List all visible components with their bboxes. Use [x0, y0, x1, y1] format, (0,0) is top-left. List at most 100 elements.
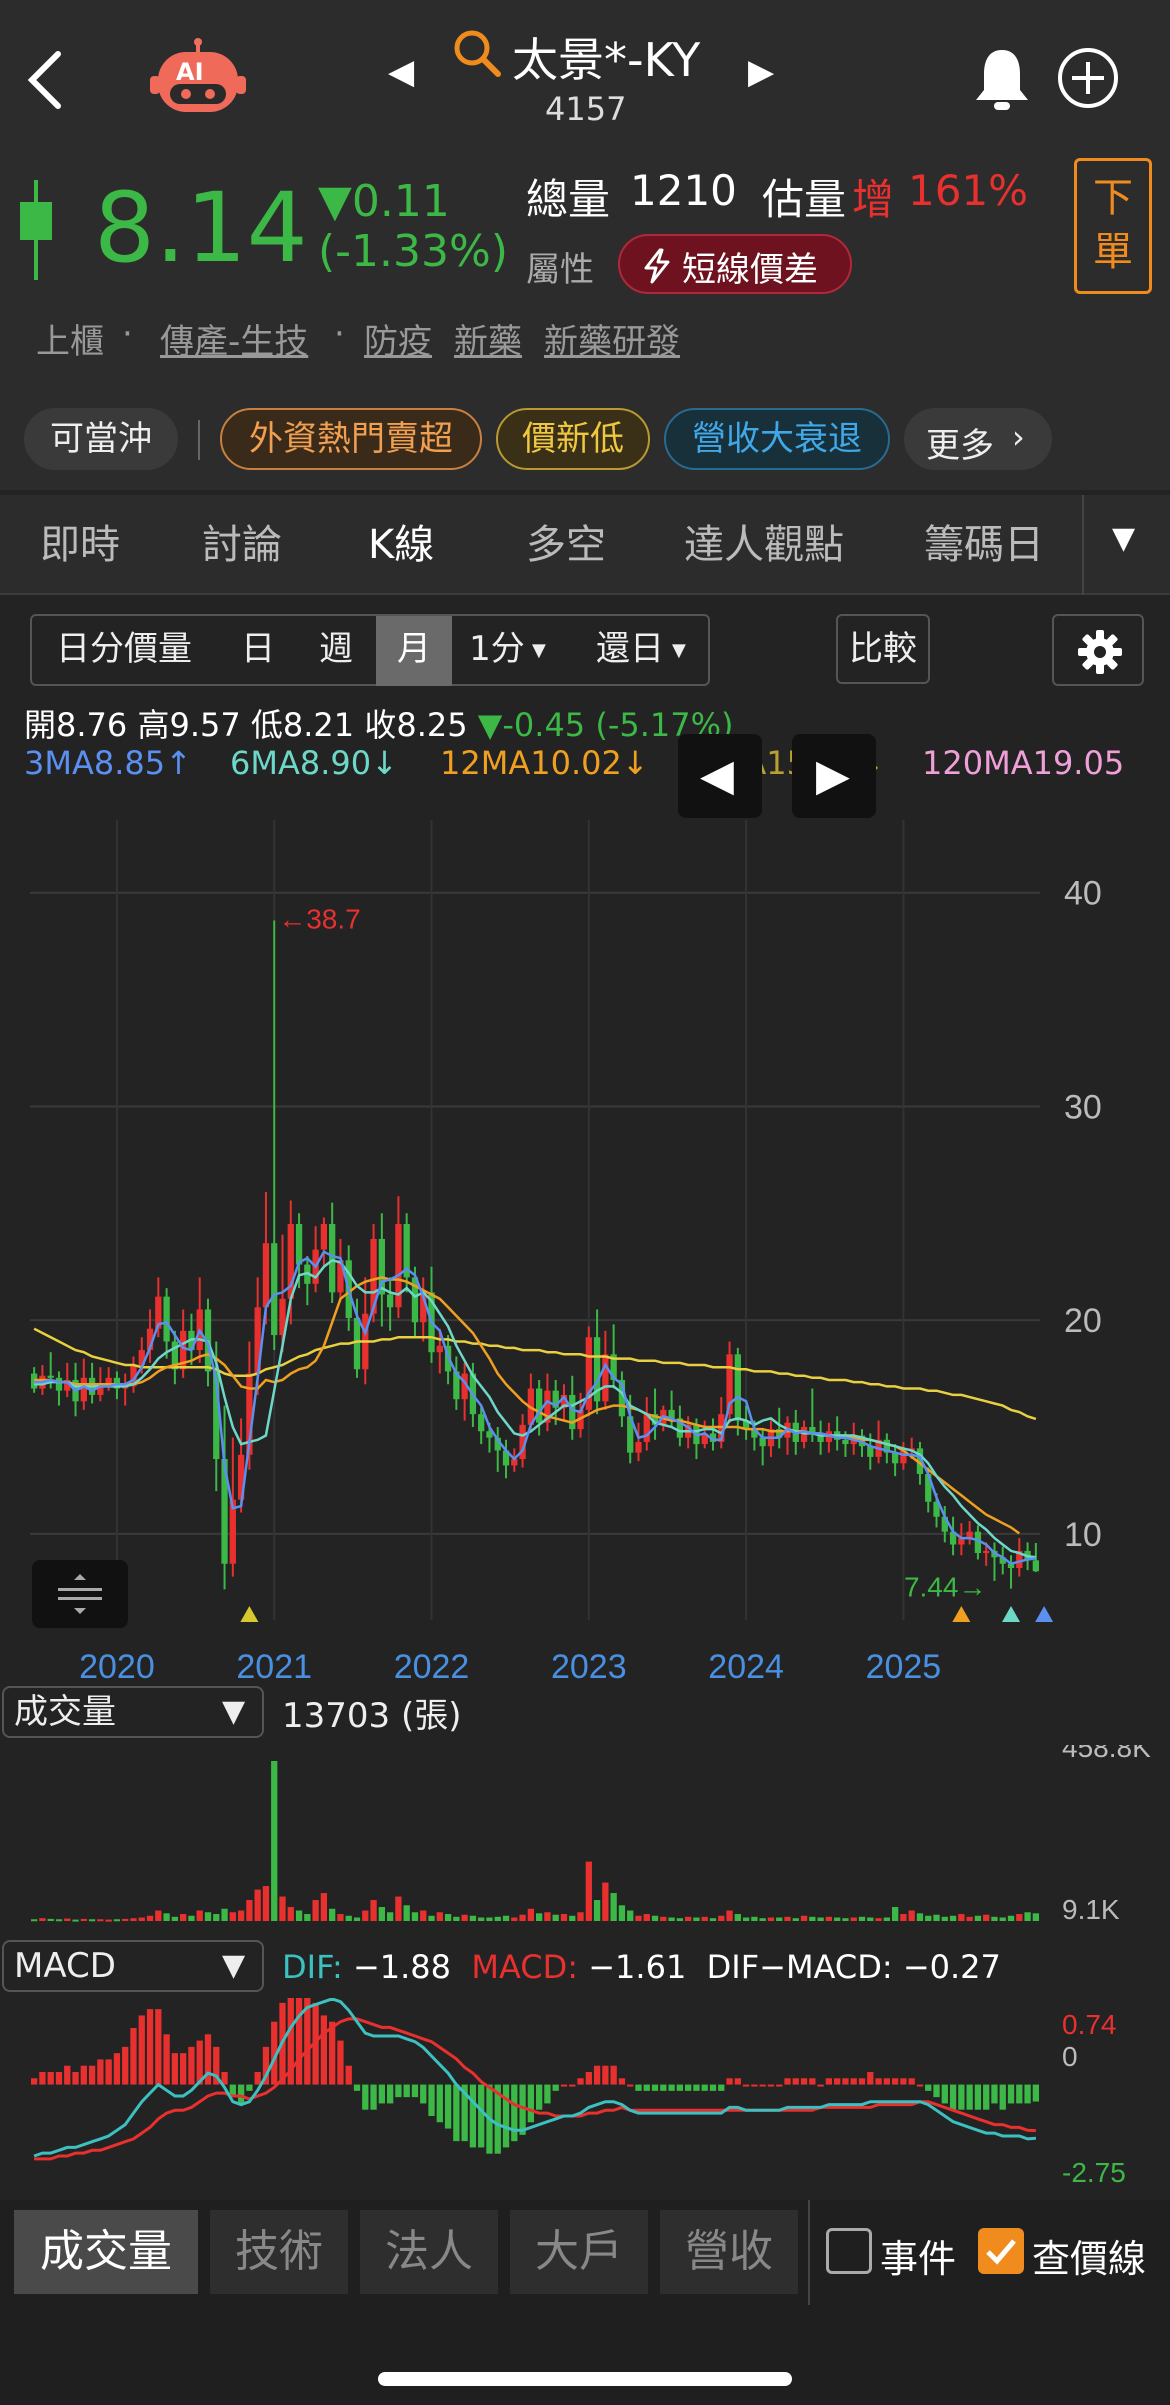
- macd-selector[interactable]: MACD ▼: [2, 1940, 264, 1992]
- event-checkbox[interactable]: [826, 2228, 872, 2274]
- macd-histogram-bar: [983, 2084, 990, 2110]
- macd-histogram-bar: [966, 2084, 973, 2110]
- volume-bar: [304, 1914, 311, 1921]
- volume-bar: [941, 1916, 948, 1921]
- bottom-tab-technical[interactable]: 技術: [210, 2210, 348, 2294]
- volume-chart[interactable]: 458.8K 9.1K: [0, 1745, 1170, 1925]
- bell-icon[interactable]: [972, 44, 1032, 112]
- tab-chips[interactable]: 籌碼日報: [924, 495, 1080, 595]
- candle-body: [1032, 1560, 1040, 1572]
- volume-bar: [30, 1919, 38, 1922]
- category-link[interactable]: 防疫: [364, 314, 432, 363]
- macd-histogram-bar: [800, 2078, 808, 2085]
- prev-stock-arrow[interactable]: ◀: [388, 52, 414, 92]
- macd-histogram-bar: [900, 2078, 907, 2085]
- period-week[interactable]: 週: [300, 616, 372, 686]
- bottom-tab-revenue[interactable]: 營收: [660, 2210, 798, 2294]
- add-watchlist-icon[interactable]: [1056, 46, 1120, 110]
- macd-histogram-bar: [701, 2084, 708, 2091]
- tag-revenue-decline[interactable]: 營收大衰退: [664, 408, 890, 470]
- restore-button[interactable]: 還日: [584, 616, 676, 686]
- bottom-tab-volume[interactable]: 成交量: [14, 2210, 198, 2294]
- chart-resize-handle[interactable]: [32, 1560, 128, 1628]
- macd-histogram-bar: [395, 2084, 402, 2098]
- volume-bar: [138, 1917, 145, 1921]
- tab-discussion[interactable]: 討論: [202, 495, 282, 595]
- bottom-divider: [808, 2200, 810, 2305]
- volume-bar: [660, 1916, 667, 1921]
- tab-expert[interactable]: 達人觀點: [684, 495, 844, 595]
- back-arrow-icon[interactable]: [22, 48, 66, 112]
- tag-day-trade[interactable]: 可當沖: [24, 408, 178, 470]
- attr-badge[interactable]: 短線價差: [618, 234, 852, 294]
- tab-bull-bear[interactable]: 多空: [526, 495, 606, 595]
- dif-label: DIF:: [282, 1948, 343, 1986]
- settings-button[interactable]: [1052, 614, 1144, 686]
- macd-histogram-bar: [999, 2084, 1006, 2110]
- tag-more-button[interactable]: 更多 ›: [904, 408, 1052, 470]
- bottom-tab-institutional[interactable]: 法人: [360, 2210, 498, 2294]
- tabs-dropdown-icon[interactable]: ▼: [1112, 521, 1135, 556]
- volume-bar: [784, 1916, 791, 1921]
- volume-bar: [751, 1916, 758, 1921]
- volume-bar: [610, 1893, 617, 1921]
- period-intraday[interactable]: 日分價量: [34, 616, 214, 686]
- macd-selector-label: MACD: [14, 1946, 116, 1986]
- macd-histogram-bar: [502, 2084, 510, 2148]
- macd-value: −1.61: [588, 1948, 687, 1986]
- price-line-checkbox[interactable]: [978, 2228, 1024, 2274]
- dif-value: −1.88: [352, 1948, 452, 1986]
- macd-histogram-bar: [138, 2015, 145, 2085]
- macd-histogram-bar: [916, 2084, 924, 2087]
- volume-bar: [428, 1915, 435, 1921]
- search-icon[interactable]: [452, 28, 504, 80]
- header: AI ◀ 太景*-KY 4157 ▶ 8.14 ▼0.11 (-1.33%) 總…: [0, 0, 1170, 490]
- macd-histogram-bar: [478, 2084, 485, 2148]
- scroll-right-button[interactable]: ▶: [792, 734, 876, 818]
- macd-histogram-bar: [718, 2084, 725, 2091]
- tab-divider: [1082, 495, 1084, 595]
- volume-bar: [535, 1913, 543, 1921]
- tag-new-low[interactable]: 價新低: [496, 408, 650, 470]
- macd-histogram-bar: [113, 2053, 121, 2085]
- volume-bar: [1032, 1913, 1040, 1921]
- volume-bar: [544, 1912, 551, 1921]
- lightning-icon: [644, 248, 670, 284]
- scroll-left-button[interactable]: ◀: [678, 734, 762, 818]
- category-link[interactable]: 傳產-生技: [160, 314, 308, 363]
- candle-body: [643, 1414, 650, 1442]
- category-link[interactable]: 新藥: [454, 314, 522, 363]
- volume-bar: [403, 1905, 410, 1921]
- candle-body: [759, 1437, 766, 1447]
- x-tick-label: 2024: [708, 1648, 784, 1680]
- kline-chart[interactable]: 10 20 30 40 2020 2021 2022 2023 2024 2025 ←38.7 7.4…: [0, 820, 1170, 1680]
- tab-kline[interactable]: K線: [368, 495, 434, 595]
- macd-chart[interactable]: 0.740 -2.75: [0, 1998, 1170, 2188]
- category-link[interactable]: 新藥研發: [544, 314, 680, 363]
- ai-assistant-icon[interactable]: AI: [150, 38, 246, 118]
- volume-bar: [560, 1914, 568, 1921]
- bottom-tab-major-holders[interactable]: 大戶: [510, 2210, 648, 2294]
- compare-button[interactable]: 比較: [836, 614, 930, 684]
- stock-name[interactable]: 太景*-KY: [512, 24, 700, 90]
- ma120-label: 120MA19.05: [922, 744, 1125, 782]
- tab-realtime[interactable]: 即時: [40, 495, 120, 595]
- tag-foreign-sell[interactable]: 外資熱門賣超: [220, 408, 482, 470]
- period-month[interactable]: 月: [376, 616, 452, 686]
- volume-bar: [850, 1917, 857, 1921]
- macd-histogram-bar: [320, 2015, 328, 2085]
- macd-histogram-bar: [163, 2034, 170, 2085]
- volume-value: 13703 (張): [282, 1696, 462, 1736]
- volume-bar: [900, 1914, 907, 1921]
- volume-selector[interactable]: 成交量 ▼: [2, 1686, 264, 1738]
- volume-bar: [461, 1914, 468, 1921]
- macd-histogram-bar: [742, 2084, 750, 2087]
- period-minute[interactable]: 1分: [462, 616, 532, 686]
- next-stock-arrow[interactable]: ▶: [748, 52, 774, 92]
- resize-handle-icon: [58, 1574, 102, 1614]
- volume-bar: [800, 1915, 808, 1921]
- dropdown-icon: ▼: [672, 640, 686, 661]
- period-day[interactable]: 日: [222, 616, 294, 686]
- order-button[interactable]: 下單: [1074, 158, 1152, 294]
- macd-histogram-bar: [453, 2084, 460, 2142]
